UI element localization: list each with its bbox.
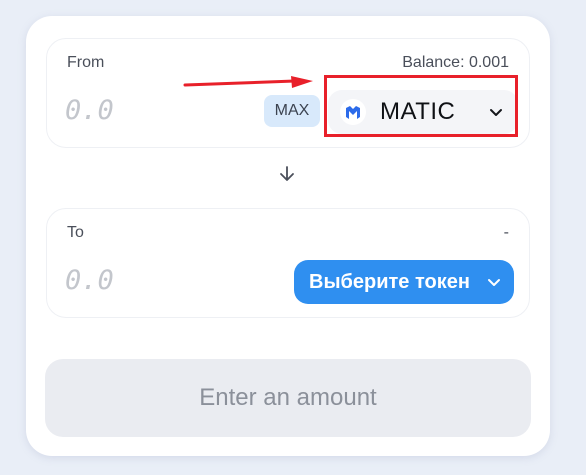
from-token-select-button[interactable]: MATIC: [328, 90, 518, 134]
select-token-label: Выберите токен: [309, 270, 470, 293]
to-balance: -: [503, 224, 509, 241]
select-token-button[interactable]: Выберите токен: [294, 260, 514, 304]
arrow-down-icon[interactable]: [277, 164, 297, 189]
chevron-down-icon: [488, 104, 504, 125]
to-label: To: [67, 224, 84, 241]
enter-amount-button[interactable]: Enter an amount: [45, 359, 531, 437]
red-pointer-arrow-icon: [183, 76, 315, 97]
from-amount-input[interactable]: [65, 92, 245, 128]
to-amount-input[interactable]: [65, 262, 245, 298]
from-label: From: [67, 54, 105, 71]
to-panel: To - Выберите токен: [46, 208, 530, 318]
max-button[interactable]: MAX: [264, 95, 320, 127]
from-balance: Balance: 0.001: [402, 54, 509, 71]
chevron-down-icon: [486, 274, 502, 293]
from-token-name: MATIC: [380, 98, 456, 125]
polygon-logo-icon: [340, 99, 366, 125]
